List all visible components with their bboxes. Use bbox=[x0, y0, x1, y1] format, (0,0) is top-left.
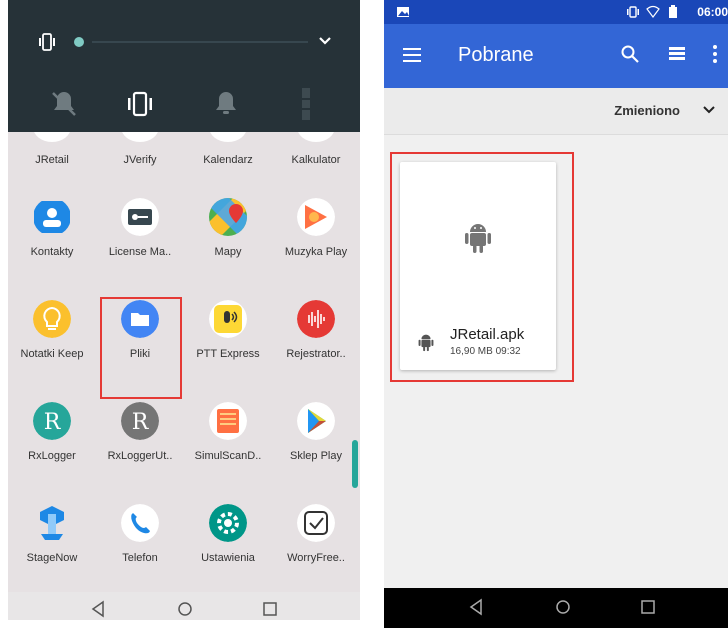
app-label[interactable]: Kalendarz bbox=[184, 154, 272, 166]
home-icon[interactable] bbox=[554, 598, 572, 616]
quick-settings-panel bbox=[8, 0, 360, 132]
app-label: StageNow bbox=[26, 552, 78, 564]
key-icon bbox=[121, 198, 159, 236]
music-icon bbox=[297, 198, 335, 236]
home-icon[interactable] bbox=[176, 600, 194, 618]
app-label: PTT Express bbox=[196, 348, 260, 360]
svg-text:R: R bbox=[44, 410, 62, 435]
app-label: Rejestrator.. bbox=[286, 348, 346, 360]
app-label: SimulScanD.. bbox=[194, 450, 262, 462]
menu-icon[interactable] bbox=[402, 46, 422, 64]
battery-icon bbox=[669, 5, 677, 18]
volume-slider-track[interactable] bbox=[92, 41, 308, 43]
list-view-icon[interactable] bbox=[668, 46, 686, 62]
worryfree-icon bbox=[297, 504, 335, 542]
quick-tiles-row bbox=[8, 84, 360, 126]
stagenow-icon bbox=[40, 506, 64, 540]
app-label: RxLogger bbox=[28, 450, 76, 462]
vibrate-icon bbox=[627, 6, 639, 18]
app-contacts[interactable]: Kontakty bbox=[8, 198, 96, 280]
rx-util-icon: R bbox=[121, 402, 159, 440]
app-bar: Pobrane bbox=[384, 24, 728, 88]
bulb-icon bbox=[33, 300, 71, 338]
chevron-down-icon[interactable] bbox=[310, 26, 340, 56]
app-label[interactable]: Kalkulator bbox=[272, 154, 360, 166]
app-worryfree[interactable]: WorryFree.. bbox=[272, 504, 360, 586]
app-stagenow[interactable]: StageNow bbox=[8, 504, 96, 586]
app-label: Notatki Keep bbox=[20, 348, 84, 360]
app-play-store[interactable]: Sklep Play bbox=[272, 402, 360, 484]
app-label: Kontakty bbox=[30, 246, 74, 258]
navigation-bar bbox=[384, 588, 728, 628]
app-music-play[interactable]: Muzyka Play bbox=[272, 198, 360, 280]
highlight-box-file bbox=[390, 152, 574, 382]
settings-icon bbox=[209, 504, 247, 542]
bell-icon[interactable] bbox=[206, 84, 246, 124]
app-label: Muzyka Play bbox=[284, 246, 348, 258]
volume-slider-thumb[interactable] bbox=[74, 37, 84, 47]
vibrate-icon[interactable] bbox=[38, 32, 56, 52]
app-ptt-express[interactable]: PTT Express bbox=[184, 300, 272, 382]
search-icon[interactable] bbox=[620, 44, 640, 64]
page-title: Pobrane bbox=[458, 44, 534, 66]
navigation-bar bbox=[8, 592, 360, 620]
app-label: Mapy bbox=[214, 246, 242, 258]
right-phone-screen: 06:00 Pobrane Zmieniono JRetail.apk 16,9… bbox=[384, 0, 728, 628]
app-label[interactable]: JVerify bbox=[96, 154, 184, 166]
sort-label[interactable]: Zmieniono bbox=[614, 103, 680, 118]
app-label: WorryFree.. bbox=[287, 552, 345, 564]
recorder-icon bbox=[297, 300, 335, 338]
app-label[interactable]: JRetail bbox=[8, 154, 96, 166]
back-icon[interactable] bbox=[468, 598, 484, 616]
app-recorder[interactable]: Rejestrator.. bbox=[272, 300, 360, 382]
rx-icon: R bbox=[33, 402, 71, 440]
more-vert-icon[interactable] bbox=[710, 44, 720, 64]
volume-row bbox=[8, 22, 360, 62]
app-label: Sklep Play bbox=[290, 450, 342, 462]
recents-icon[interactable] bbox=[640, 599, 656, 615]
app-settings[interactable]: Ustawienia bbox=[184, 504, 272, 586]
app-label: Ustawienia bbox=[201, 552, 255, 564]
wifi-icon bbox=[646, 5, 660, 18]
highlight-box-pliki bbox=[100, 297, 182, 399]
app-phone[interactable]: Telefon bbox=[96, 504, 184, 586]
back-icon[interactable] bbox=[90, 600, 106, 618]
app-rxlogger[interactable]: R RxLogger bbox=[8, 402, 96, 484]
image-notification-icon bbox=[397, 7, 409, 17]
app-keep-notes[interactable]: Notatki Keep bbox=[8, 300, 96, 382]
scan-icon bbox=[209, 402, 247, 440]
app-label: Telefon bbox=[122, 552, 158, 564]
app-license-manager[interactable]: License Ma.. bbox=[96, 198, 184, 280]
svg-text:R: R bbox=[132, 410, 150, 435]
status-time: 06:00 bbox=[697, 5, 728, 19]
app-maps[interactable]: Mapy bbox=[184, 198, 272, 280]
app-label: RxLoggerUt.. bbox=[107, 450, 173, 462]
app-label: License Ma.. bbox=[108, 246, 172, 258]
phone-icon bbox=[121, 504, 159, 542]
dnd-off-icon[interactable] bbox=[44, 84, 84, 124]
vibrate-icon[interactable] bbox=[120, 84, 160, 124]
recents-icon[interactable] bbox=[262, 601, 278, 617]
contacts-icon bbox=[34, 201, 70, 233]
play-store-icon bbox=[297, 402, 335, 440]
ptt-icon bbox=[209, 300, 247, 338]
fast-scroll-thumb[interactable] bbox=[352, 440, 358, 488]
left-phone-screen: JRetail JVerify Kalendarz Kalkulator Kon… bbox=[8, 0, 360, 620]
app-drawer: JRetail JVerify Kalendarz Kalkulator Kon… bbox=[8, 112, 360, 592]
chevron-down-icon[interactable] bbox=[702, 104, 716, 116]
sort-bar: Zmieniono bbox=[384, 88, 728, 135]
status-bar: 06:00 bbox=[384, 0, 728, 24]
app-simulscan[interactable]: SimulScanD.. bbox=[184, 402, 272, 484]
maps-icon bbox=[209, 198, 247, 236]
more-vert-icon[interactable] bbox=[286, 84, 326, 124]
app-rxlogger-utility[interactable]: R RxLoggerUt.. bbox=[96, 402, 184, 484]
